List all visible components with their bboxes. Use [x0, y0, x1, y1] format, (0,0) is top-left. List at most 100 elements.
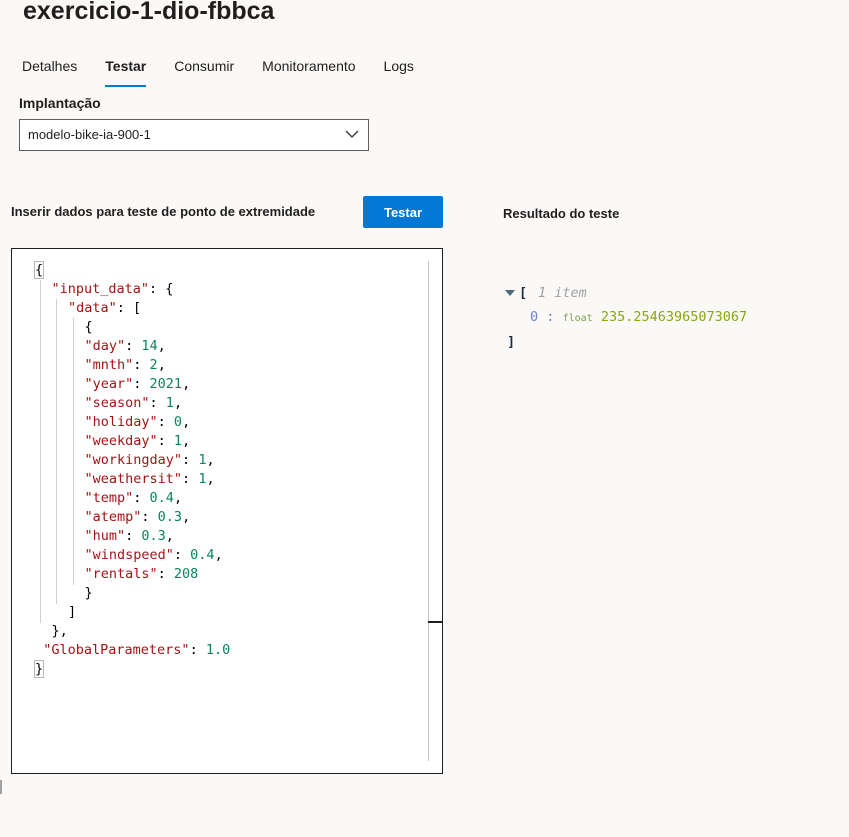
code-line: "windspeed": 0.4, — [35, 546, 230, 565]
code-number: 2021 — [149, 376, 183, 392]
tab-logs[interactable]: Logs — [384, 55, 414, 87]
tab-bar: Detalhes Testar Consumir Monitoramento L… — [22, 55, 442, 89]
test-button[interactable]: Testar — [363, 196, 443, 228]
code-punct: : — [182, 452, 199, 468]
code-key: "day" — [84, 338, 126, 354]
tab-testar[interactable]: Testar — [105, 55, 146, 87]
code-line: { — [35, 318, 230, 337]
code-line: "weekday": 1, — [35, 432, 230, 451]
json-code-block: {"input_data": {"data": [{"day": 14, "mnt… — [33, 261, 230, 679]
code-punct: , — [157, 338, 166, 354]
json-input-editor[interactable]: {"input_data": {"data": [{"day": 14, "mnt… — [11, 248, 443, 774]
deployment-label: Implantação — [19, 95, 101, 111]
code-punct: : — [189, 642, 206, 658]
code-punct: : — [133, 376, 150, 392]
code-number: 1 — [165, 395, 174, 411]
editor-content[interactable]: {"input_data": {"data": [{"day": 14, "mnt… — [13, 261, 428, 761]
code-punct: : — [125, 528, 142, 544]
collapse-caret-icon[interactable] — [505, 290, 515, 296]
code-key: "mnth" — [84, 357, 134, 373]
code-punct: , — [173, 490, 183, 506]
code-number: 1 — [173, 433, 183, 449]
code-punct: , — [182, 509, 191, 525]
code-line: }, — [35, 622, 230, 641]
tab-monitoramento[interactable]: Monitoramento — [262, 55, 355, 87]
code-number: 0.4 — [149, 490, 174, 506]
code-key: "atemp" — [84, 509, 142, 525]
tab-detalhes[interactable]: Detalhes — [22, 55, 77, 87]
code-key: "data" — [68, 300, 117, 316]
code-line: ] — [35, 603, 230, 622]
input-section-label: Inserir dados para teste de ponto de ext… — [11, 204, 316, 219]
result-open-bracket: [ — [519, 285, 528, 301]
code-number: 14 — [141, 338, 158, 354]
code-number: 0 — [173, 414, 183, 430]
code-line: "input_data": { — [35, 280, 230, 299]
code-number: 1.0 — [205, 642, 231, 658]
code-punct: : { — [149, 281, 174, 297]
code-number: 208 — [173, 566, 199, 582]
code-number: 2 — [149, 357, 158, 373]
code-punct: : — [133, 357, 150, 373]
result-item-separator: : — [546, 309, 555, 325]
code-punct: : — [157, 414, 174, 430]
code-punct: { — [84, 319, 93, 335]
code-punct: ] — [68, 604, 77, 620]
code-line: "atemp": 0.3, — [35, 508, 230, 527]
result-item-index: 0 — [530, 309, 539, 325]
code-punct: , — [182, 376, 191, 392]
editor-scrollbar[interactable] — [428, 261, 441, 761]
left-edge-marker — [0, 780, 2, 794]
scrollbar-marker — [428, 621, 442, 623]
result-root-row: [ 1 item — [505, 285, 645, 305]
code-punct: : — [182, 471, 199, 487]
code-line: "day": 14, — [35, 337, 230, 356]
code-number: 0.3 — [141, 528, 166, 544]
code-line: "GlobalParameters": 1.0 — [35, 641, 230, 660]
code-number: 0.4 — [190, 547, 215, 563]
code-punct: : — [133, 490, 150, 506]
chevron-down-icon — [345, 130, 359, 138]
code-punct: , — [157, 357, 166, 373]
tab-consumir[interactable]: Consumir — [174, 55, 234, 87]
code-key: "GlobalParameters" — [43, 642, 190, 658]
code-line: "rentals": 208 — [35, 565, 230, 584]
code-key: "weekday" — [84, 433, 158, 449]
code-punct: , — [206, 452, 215, 468]
result-close-bracket: ] — [507, 334, 516, 350]
code-punct: : — [157, 566, 174, 582]
result-section-label: Resultado do teste — [503, 206, 620, 221]
code-punct: , — [173, 395, 183, 411]
code-line: "holiday": 0, — [35, 413, 230, 432]
code-punct: : — [125, 338, 142, 354]
code-punct: : [ — [116, 300, 142, 316]
code-key: "temp" — [84, 490, 134, 506]
code-key: "year" — [84, 376, 134, 392]
code-punct: , — [182, 433, 191, 449]
result-item-row: 0 : float 235.25463965073067 — [530, 309, 747, 325]
code-key: "rentals" — [84, 566, 158, 582]
code-punct: , — [182, 414, 191, 430]
code-punct: } — [84, 585, 93, 601]
code-key: "hum" — [84, 528, 126, 544]
code-punct: : — [141, 509, 158, 525]
code-line: "workingday": 1, — [35, 451, 230, 470]
code-punct: , — [165, 528, 174, 544]
code-line: "year": 2021, — [35, 375, 230, 394]
code-line: "mnth": 2, — [35, 356, 230, 375]
result-close-row: ] — [507, 334, 515, 350]
code-line: "weathersit": 1, — [35, 470, 230, 489]
code-line: "hum": 0.3, — [35, 527, 230, 546]
code-key: "season" — [84, 395, 150, 411]
code-line: } — [35, 584, 230, 603]
test-page: exercicio-1-dio-fbbca Detalhes Testar Co… — [0, 0, 849, 837]
code-punct: }, — [51, 623, 68, 639]
code-number: 0.3 — [157, 509, 183, 525]
code-punct: : — [157, 433, 174, 449]
code-line: "temp": 0.4, — [35, 489, 230, 508]
code-punct: { — [33, 261, 45, 279]
page-title: exercicio-1-dio-fbbca — [23, 0, 275, 25]
code-punct: , — [214, 547, 223, 563]
deployment-dropdown[interactable]: modelo-bike-ia-900-1 — [19, 119, 369, 151]
code-line: "season": 1, — [35, 394, 230, 413]
